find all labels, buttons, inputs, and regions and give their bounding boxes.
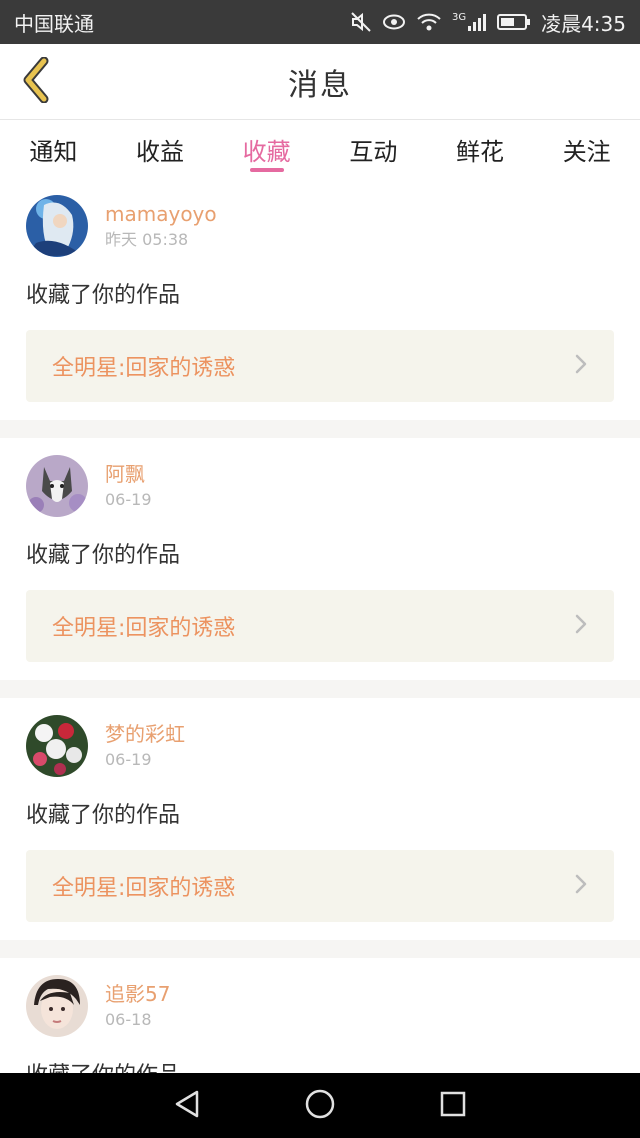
message-meta: mamayoyo 昨天 05:38 xyxy=(105,200,217,252)
tab-favorites[interactable]: 收藏 xyxy=(213,120,320,178)
tab-label: 通知 xyxy=(29,137,78,166)
tab-flowers[interactable]: 鲜花 xyxy=(427,120,534,178)
message-header: mamayoyo 昨天 05:38 xyxy=(26,194,614,258)
username[interactable]: 阿飘 xyxy=(105,460,152,488)
username[interactable]: 梦的彩虹 xyxy=(105,720,185,748)
username[interactable]: mamayoyo xyxy=(105,200,217,228)
wifi-icon xyxy=(416,12,442,32)
avatar[interactable] xyxy=(26,715,88,777)
triangle-back-icon xyxy=(173,1089,201,1123)
system-recents-button[interactable] xyxy=(423,1076,483,1136)
timestamp: 06-18 xyxy=(105,1010,152,1029)
work-title: 全明星:回家的诱惑 xyxy=(52,876,236,901)
message-list[interactable]: mamayoyo 昨天 05:38 收藏了你的作品 全明星:回家的诱惑 阿飘 0… xyxy=(0,178,640,1073)
tab-label: 收藏 xyxy=(242,137,291,166)
network-type-label: 3G xyxy=(451,12,467,23)
message-header: 追影57 06-18 xyxy=(26,974,614,1038)
action-text: 收藏了你的作品 xyxy=(26,1060,614,1073)
tab-notice[interactable]: 通知 xyxy=(0,120,107,178)
tab-label: 互动 xyxy=(349,137,398,166)
status-icons: 3G 凌晨4:35 xyxy=(350,8,626,37)
username[interactable]: 追影57 xyxy=(105,980,170,1008)
system-back-button[interactable] xyxy=(157,1076,217,1136)
tab-label: 鲜花 xyxy=(456,137,505,166)
timestamp: 06-19 xyxy=(105,490,152,509)
back-button[interactable] xyxy=(16,56,56,107)
chevron-left-icon xyxy=(20,56,52,107)
work-link[interactable]: 全明星:回家的诱惑 xyxy=(26,330,614,402)
timestamp: 昨天 05:38 xyxy=(105,230,189,249)
avatar[interactable] xyxy=(26,195,88,257)
message-card: 追影57 06-18 收藏了你的作品 xyxy=(0,958,640,1073)
message-header: 阿飘 06-19 xyxy=(26,454,614,518)
eye-icon xyxy=(382,13,406,31)
chevron-right-icon xyxy=(574,873,588,899)
message-card: 梦的彩虹 06-19 收藏了你的作品 全明星:回家的诱惑 xyxy=(0,698,640,940)
work-link[interactable]: 全明星:回家的诱惑 xyxy=(26,850,614,922)
system-nav-bar xyxy=(0,1073,640,1138)
tab-earnings[interactable]: 收益 xyxy=(107,120,214,178)
message-card: mamayoyo 昨天 05:38 收藏了你的作品 全明星:回家的诱惑 xyxy=(0,178,640,420)
work-title: 全明星:回家的诱惑 xyxy=(52,356,236,381)
carrier-label: 中国联通 xyxy=(14,11,94,36)
message-card: 阿飘 06-19 收藏了你的作品 全明星:回家的诱惑 xyxy=(0,438,640,680)
tab-interactions[interactable]: 互动 xyxy=(320,120,427,178)
battery-icon xyxy=(497,13,531,31)
mute-icon xyxy=(350,11,372,33)
header: 消息 xyxy=(0,44,640,120)
action-text: 收藏了你的作品 xyxy=(26,543,181,568)
avatar[interactable] xyxy=(26,455,88,517)
circle-home-icon xyxy=(304,1088,336,1124)
clock-label: 凌晨4:35 xyxy=(541,11,626,36)
chevron-right-icon xyxy=(574,613,588,639)
chevron-right-icon xyxy=(574,353,588,379)
status-bar: 中国联通 3G 凌晨4:35 xyxy=(0,0,640,44)
work-link[interactable]: 全明星:回家的诱惑 xyxy=(26,590,614,662)
avatar[interactable] xyxy=(26,975,88,1037)
tab-label: 收益 xyxy=(136,137,184,166)
signal-icon: 3G xyxy=(452,12,487,32)
message-header: 梦的彩虹 06-19 xyxy=(26,714,614,778)
tab-bar: 通知 收益 收藏 互动 鲜花 关注 xyxy=(0,120,640,178)
work-title: 全明星:回家的诱惑 xyxy=(52,616,236,641)
action-text: 收藏了你的作品 xyxy=(26,283,181,308)
timestamp: 06-19 xyxy=(105,750,152,769)
message-meta: 阿飘 06-19 xyxy=(105,460,152,512)
tab-following[interactable]: 关注 xyxy=(533,120,640,178)
message-meta: 梦的彩虹 06-19 xyxy=(105,720,185,772)
system-home-button[interactable] xyxy=(290,1076,350,1136)
page-title: 消息 xyxy=(288,67,352,103)
tab-label: 关注 xyxy=(562,137,611,166)
square-recents-icon xyxy=(439,1090,467,1122)
message-meta: 追影57 06-18 xyxy=(105,980,170,1032)
action-text: 收藏了你的作品 xyxy=(26,803,181,828)
